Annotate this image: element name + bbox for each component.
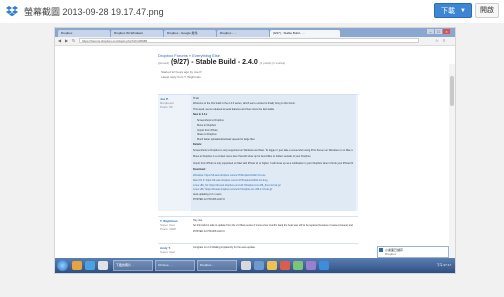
taskbar: 下載的圖片 ... Chrome - ... Dropbox ... 下午 07…: [55, 258, 455, 273]
ie-icon[interactable]: [85, 261, 95, 270]
start-button-icon[interactable]: [57, 260, 68, 271]
forum-post: Andy T. Super User Congrats on 2.4! Wait…: [158, 243, 358, 258]
tray-clock[interactable]: 下午 07:17: [437, 263, 451, 267]
thread-counts: (1 posts) (1 voices): [259, 61, 286, 65]
app-icon[interactable]: [254, 261, 264, 270]
open-button[interactable]: 開啟: [475, 3, 499, 18]
app-icon[interactable]: [267, 261, 277, 270]
bookmark-star-icon[interactable]: ☆: [435, 38, 440, 43]
post-line: Move to Dropbox is a context menu item t…: [193, 155, 312, 159]
post-line[interactable]: Windows: https://dl-web.dropbox.com/u/17…: [193, 174, 353, 177]
download-label: 下載: [441, 8, 455, 15]
post-line[interactable]: Mac OS X: https://dl-web.dropbox.com/u/1…: [193, 179, 353, 182]
browser-tab-strip: Dropbox Dropbox Wi-Windows Dropbox - Goo…: [55, 28, 455, 37]
dropbox-icon: [379, 248, 383, 252]
app-icon[interactable]: [241, 261, 251, 270]
author-post-count: Posts: 95: [160, 105, 173, 109]
post-author-panel: Andy T. Super User: [158, 244, 188, 258]
folder-icon[interactable]: [72, 261, 82, 270]
post-line: Hey Joe,: [193, 219, 203, 222]
post-line: Auto-updating 2.2.x users: [193, 193, 222, 197]
post-body: Hi all, Welcome to the first build in the…: [191, 95, 356, 211]
viewer-header: 螢幕截圖 2013-09-28 19.17.47.png 下載 ▼ 開啟: [0, 0, 504, 23]
post-line: Download:: [193, 168, 206, 172]
browser-tab[interactable]: Dropbox Wi-Windows: [111, 30, 163, 37]
post-line: Hi all,: [193, 97, 200, 100]
thread-title: (pinned) (9/27) - Stable Build - 2.4.0 (…: [158, 59, 285, 66]
post-body: Hey Joe, So this build is safe to update …: [191, 217, 356, 239]
taskbar-task[interactable]: Dropbox ...: [197, 260, 237, 271]
pinned-label: (pinned): [158, 61, 170, 65]
maximize-icon[interactable]: □: [435, 29, 442, 34]
browser-tab-active[interactable]: (9/27) - Stable Build - ...: [270, 30, 340, 37]
toast-subtitle: Dropbox: [385, 252, 397, 256]
browser-tab[interactable]: Dropbox: [58, 30, 110, 37]
thread-latest[interactable]: Latest reply from T. Wightman: [161, 75, 201, 79]
back-icon[interactable]: ◀: [58, 38, 63, 43]
post-line: This week, we've released several featur…: [193, 108, 275, 112]
dropbox-logo-icon[interactable]: [5, 4, 19, 18]
system-tray[interactable]: 下午 07:17: [395, 261, 453, 270]
post-line: Import from iPhoto: [197, 128, 218, 132]
browser-toolbar: ◀ ▶ ↻ https://forums.dropbox.com/topic.p…: [55, 37, 455, 46]
forum-post: Joe P. Dropboxer Posts: 95 Hi all, Welcom…: [158, 94, 358, 211]
post-line: Import from iPhoto is only supported on …: [193, 161, 353, 165]
screenshot-preview: Dropbox Dropbox Wi-Windows Dropbox - Goo…: [54, 27, 456, 274]
browser-tab[interactable]: Dropbox - Google 搜尋: [164, 30, 216, 37]
thread-started: Started 12 hours ago by Joe P.: [161, 70, 202, 74]
minimize-icon[interactable]: –: [427, 29, 434, 34]
author-post-count: Posts: 3028: [160, 227, 176, 231]
address-bar[interactable]: https://forums.dropbox.com/topic.php?id=…: [79, 38, 419, 43]
app-icon[interactable]: [293, 261, 303, 270]
forum-page: Dropbox Forums » Everything Else (pinned…: [55, 46, 455, 273]
post-line: Move to Dropbox: [197, 123, 217, 127]
post-line: POSTED 12 HOURS AGO #: [193, 198, 225, 201]
taskbar-task[interactable]: 下載的圖片 ...: [113, 260, 153, 271]
forum-breadcrumb[interactable]: Dropbox Forums » Everything Else: [158, 53, 220, 58]
taskbar-task[interactable]: Chrome - ...: [155, 260, 195, 271]
post-line: Welcome to the first build in the 2.4.0 …: [193, 101, 296, 105]
menu-icon[interactable]: ≡: [443, 38, 448, 43]
post-line: Share to Dropbox: [197, 133, 217, 137]
app-icon[interactable]: [306, 261, 316, 270]
app-icon[interactable]: [280, 261, 290, 270]
author-role: Super User: [160, 250, 176, 254]
post-author-panel: Joe P. Dropboxer Posts: 95: [158, 95, 188, 211]
chevron-down-icon: ▼: [460, 8, 466, 14]
notification-toast[interactable]: 小畫面已儲存 Dropbox: [377, 246, 449, 258]
post-line: So this build is safe to update from the…: [193, 223, 353, 227]
post-line: Screenshots to Dropbox: [197, 118, 224, 122]
post-body: Congrats on 2.4! Waiting impatiently for…: [191, 244, 356, 258]
post-line: Screenshots to Dropbox is only supported…: [193, 148, 353, 152]
app-icon[interactable]: [319, 261, 329, 270]
reload-icon[interactable]: ↻: [72, 38, 77, 43]
post-author-panel: T. Wightman Super User Posts: 3028: [158, 217, 188, 239]
file-name: 螢幕截圖 2013-09-28 19.17.47.png: [24, 7, 164, 17]
post-line[interactable]: Linux x86_64: https://dl-web.dropbox.com…: [193, 184, 353, 187]
post-line: Much faster uploads/download speeds for …: [197, 138, 255, 142]
post-line: POSTED 12 HOURS AGO #: [193, 230, 225, 234]
post-line[interactable]: Linux x86: https://dl-web.dropbox.com/u/…: [193, 188, 353, 191]
scrollbar-thumb[interactable]: [450, 76, 454, 106]
forward-icon[interactable]: ▶: [65, 38, 70, 43]
browser-tab[interactable]: Dropbox - ...: [217, 30, 269, 37]
download-button[interactable]: 下載 ▼: [434, 3, 472, 18]
post-line: New in 2.4.x: [193, 113, 208, 117]
post-line: Congrats on 2.4! Waiting impatiently for…: [193, 246, 256, 249]
post-line: Details:: [193, 142, 203, 146]
forum-post: T. Wightman Super User Posts: 3028 Hey J…: [158, 216, 358, 239]
thread-title-text: (9/27) - Stable Build - 2.4.0: [170, 59, 258, 66]
media-icon[interactable]: [98, 261, 108, 270]
close-icon[interactable]: ×: [443, 29, 450, 34]
